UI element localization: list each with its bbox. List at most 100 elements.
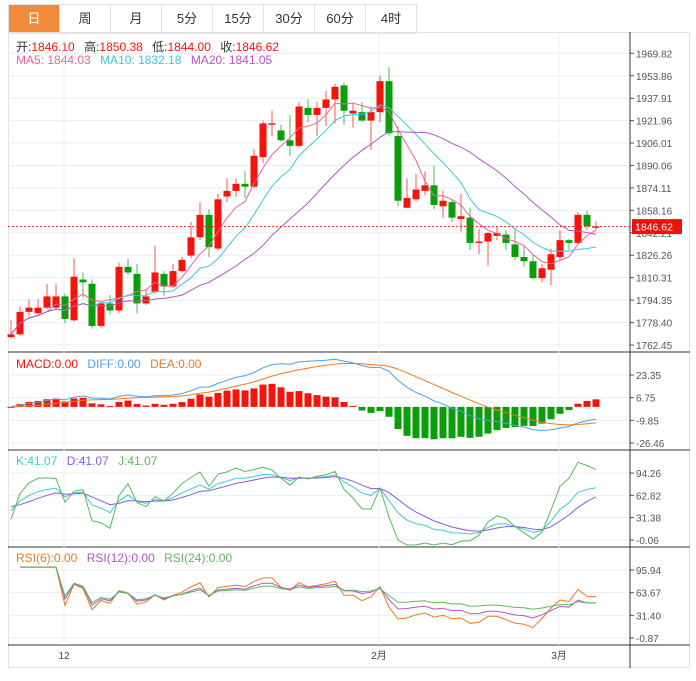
macd-bar [412, 406, 420, 439]
candle [547, 248, 555, 286]
candle-body [475, 241, 483, 243]
candle-body [583, 214, 591, 227]
candle [43, 283, 51, 310]
candle [115, 262, 123, 314]
candle-body [7, 334, 15, 338]
candle [268, 110, 276, 137]
macd-bar [340, 401, 348, 407]
d-line [10, 476, 597, 532]
candle-body [34, 307, 42, 314]
candle-body [439, 200, 447, 207]
axis-tick-label: 1906.01 [636, 139, 673, 150]
candle [34, 299, 42, 315]
candle-body [547, 254, 555, 270]
axis-tick-label: 1874.11 [636, 184, 672, 195]
macd-bar [268, 383, 276, 407]
x-axis-label: 12 [58, 651, 70, 662]
axis-tick-label: 1762.45 [636, 341, 673, 352]
macd-bar [178, 402, 186, 407]
macd-bar [277, 387, 285, 407]
candle-body [178, 259, 186, 272]
k-line [10, 473, 597, 535]
macd-bar [574, 403, 582, 407]
candle-body [538, 268, 546, 279]
macd-bar [475, 406, 483, 437]
macd-bar [592, 399, 600, 407]
axis-tick-label: 31.38 [636, 514, 661, 525]
macd-bar [88, 403, 96, 407]
candle [142, 289, 150, 305]
candle [520, 245, 528, 267]
axis-tick-label: 1826.26 [636, 251, 673, 262]
candle [151, 245, 159, 294]
axis-tick-label: -0.06 [636, 536, 659, 547]
macd-bar [241, 390, 249, 407]
candle [223, 178, 231, 203]
macd-bar [403, 406, 411, 436]
candle [574, 211, 582, 245]
candle-body [106, 303, 114, 311]
macd-bar [529, 406, 537, 427]
x-axis-label: 3月 [551, 650, 567, 662]
macd-bar [106, 406, 114, 408]
candle-body [124, 266, 132, 273]
candle [232, 178, 240, 197]
macd-bar [79, 397, 87, 407]
candle [529, 254, 537, 280]
axis-tick-label: 1890.06 [636, 161, 673, 172]
axis-tick-label: 1969.82 [636, 49, 673, 60]
macd-bar [439, 406, 447, 439]
macd-bar [511, 406, 519, 428]
axis-tick-label: 1794.35 [636, 296, 673, 307]
candle-body [232, 183, 240, 191]
kline-chart[interactable]: 1969.82 1953.86 1937.91 1921.96 1906.01 1890.… [0, 0, 696, 681]
candle [178, 257, 186, 273]
candle-body [295, 106, 303, 146]
macd-bar [250, 388, 258, 407]
x-axis-label: 2月 [371, 650, 387, 662]
candle [556, 230, 564, 260]
axis-tick-label: 1953.86 [636, 72, 673, 83]
macd-bar [115, 402, 123, 407]
candle-body [412, 189, 420, 200]
candle [88, 279, 96, 329]
macd-bar [520, 406, 528, 426]
candle-body [322, 99, 330, 108]
candle-body [457, 216, 465, 220]
candle [403, 178, 411, 208]
candle [385, 67, 393, 137]
macd-bar [124, 400, 132, 407]
candle [295, 102, 303, 148]
axis-tick-label: 94.26 [636, 469, 661, 480]
candle-body [529, 261, 537, 279]
axis-tick-label: 31.40 [636, 611, 661, 622]
candle [133, 264, 141, 314]
macd-bar [322, 396, 330, 407]
candle [25, 299, 33, 317]
macd-bar [466, 406, 474, 438]
candle [259, 120, 267, 163]
candle-body [556, 240, 564, 258]
axis-tick-label: 6.75 [636, 394, 656, 405]
macd-bar [349, 405, 357, 407]
macd-bar [259, 384, 267, 407]
candle [169, 264, 177, 288]
candle [277, 124, 285, 142]
candle [376, 75, 384, 122]
macd-bar [430, 406, 438, 440]
candle-body [223, 190, 231, 197]
candle-body [277, 130, 285, 141]
macd-bar [304, 393, 312, 407]
candle-body [304, 107, 312, 115]
macd-bar [331, 397, 339, 407]
rsi24-line [20, 566, 596, 610]
macd-bar [376, 406, 384, 412]
axis-tick-label: -9.85 [636, 416, 659, 427]
candle-body [466, 217, 474, 243]
candle [538, 264, 546, 283]
macd-bar [97, 404, 105, 407]
candle-body [565, 240, 573, 243]
candle [124, 258, 132, 276]
macd-bar [394, 406, 402, 430]
candle [214, 193, 222, 250]
